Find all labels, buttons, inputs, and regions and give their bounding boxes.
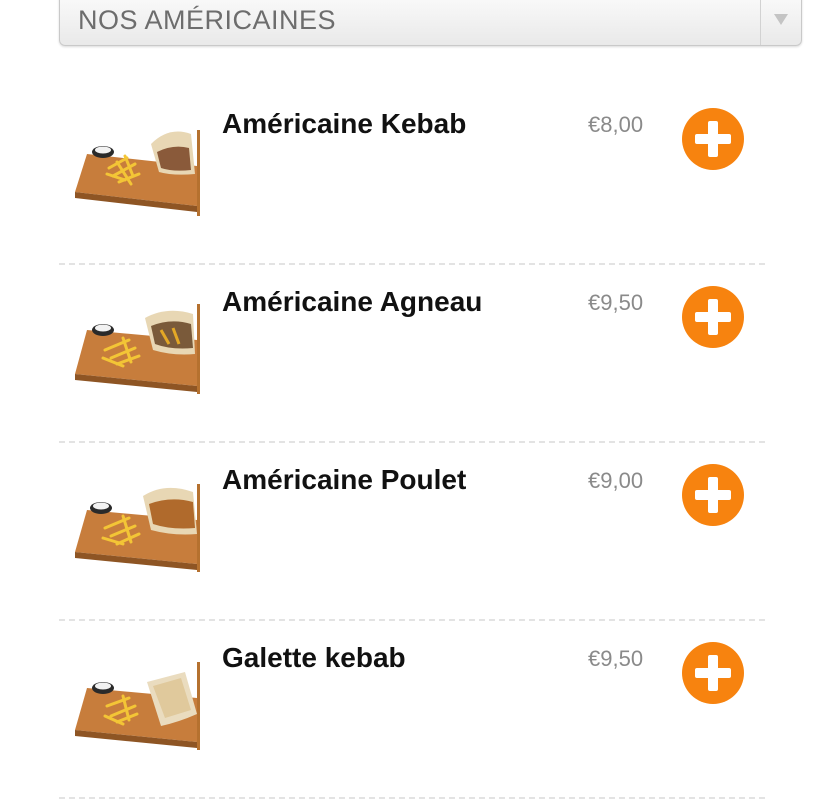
add-to-cart-button[interactable] — [682, 464, 744, 526]
item-image[interactable] — [73, 304, 203, 396]
item-image[interactable] — [73, 126, 203, 218]
plus-circle-icon — [695, 299, 731, 335]
menu-item: Galette kebab €9,50 — [59, 620, 765, 799]
category-label: NOS AMÉRICAINES — [78, 5, 337, 35]
add-to-cart-button[interactable] — [682, 642, 744, 704]
dropdown-arrow-button[interactable] — [760, 0, 801, 45]
item-image[interactable] — [73, 660, 203, 752]
menu-list: Américaine Kebab €8,00 Américaine Agneau… — [59, 86, 765, 799]
item-name[interactable]: Américaine Agneau — [222, 286, 482, 318]
category-dropdown[interactable]: NOS AMÉRICAINES — [59, 0, 802, 46]
menu-item: Américaine Agneau €9,50 — [59, 264, 765, 443]
item-image[interactable] — [73, 482, 203, 574]
menu-item: Américaine Poulet €9,00 — [59, 442, 765, 621]
item-price: €9,00 — [588, 468, 644, 493]
item-price: €8,00 — [588, 112, 644, 137]
plus-circle-icon — [695, 655, 731, 691]
plus-circle-icon — [695, 477, 731, 513]
add-to-cart-button[interactable] — [682, 108, 744, 170]
plus-circle-icon — [695, 121, 731, 157]
menu-page: NOS AMÉRICAINES Américaine Kebab €8,00 A… — [0, 0, 828, 808]
item-name[interactable]: Américaine Kebab — [222, 108, 466, 140]
add-to-cart-button[interactable] — [682, 286, 744, 348]
item-name[interactable]: Galette kebab — [222, 642, 406, 674]
item-price: €9,50 — [588, 290, 644, 315]
triangle-down-icon — [774, 14, 788, 25]
item-name[interactable]: Américaine Poulet — [222, 464, 466, 496]
menu-item: Américaine Kebab €8,00 — [59, 86, 765, 265]
item-price: €9,50 — [588, 646, 644, 671]
